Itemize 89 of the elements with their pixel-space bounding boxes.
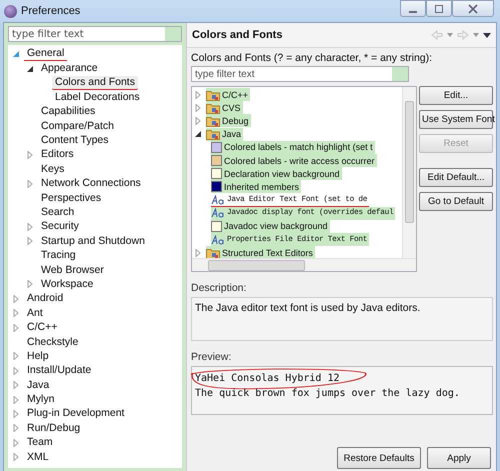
side-button[interactable]: Use System Font (419, 110, 493, 129)
filter-label: Colors and Fonts (? = any character, * = any string): (191, 52, 434, 66)
minimize-button[interactable] (400, 0, 426, 17)
collapsed-icon[interactable] (26, 150, 34, 159)
tree-item[interactable]: Keys (38, 162, 68, 176)
filter-field[interactable]: type filter text (191, 66, 409, 82)
folder-icon (206, 102, 220, 114)
preview-text: The quick brown fox jumps over the lazy dog. (195, 388, 460, 399)
filter-field[interactable]: type filter text (8, 26, 182, 42)
collapsed-icon[interactable] (12, 424, 20, 432)
description-label: Description: (191, 282, 248, 295)
collapsed-icon[interactable] (26, 280, 34, 288)
folder-icon (206, 114, 220, 127)
collapsed-icon[interactable] (12, 366, 20, 375)
window-title: Preferences (21, 5, 80, 17)
horizontal-scrollbar[interactable] (192, 258, 416, 271)
tree-item[interactable]: Ant (24, 306, 46, 320)
tree-item[interactable]: Help (24, 350, 52, 363)
tree-item[interactable]: Network Connections (38, 177, 144, 190)
preview-label: Preview: (191, 351, 232, 364)
tree-item[interactable]: Compare/Patch (38, 120, 117, 133)
vertical-scrollbar[interactable] (402, 87, 416, 259)
dropdown-icon[interactable] (447, 33, 453, 37)
close-icon (468, 4, 478, 14)
tree-item[interactable]: Plug-in Development (24, 407, 128, 420)
page-title: Colors and Fonts (192, 29, 282, 41)
collapsed-icon[interactable] (194, 90, 202, 99)
collapsed-icon[interactable] (194, 104, 202, 112)
tree-item[interactable]: Startup and Shutdown (38, 234, 148, 248)
tree-item[interactable]: Run/Debug (24, 422, 84, 435)
tree-item[interactable]: Team (24, 436, 56, 450)
font-icon (211, 208, 225, 218)
collapsed-icon[interactable] (12, 438, 20, 447)
collapsed-icon[interactable] (194, 248, 202, 257)
tree-item[interactable]: Search (38, 206, 78, 219)
app-icon (4, 4, 17, 18)
collapsed-icon[interactable] (12, 396, 20, 404)
collapsed-icon[interactable] (12, 410, 20, 418)
collapsed-icon[interactable] (26, 237, 34, 246)
folder-icon (206, 88, 220, 101)
forward-icon[interactable] (457, 30, 469, 40)
tree-item[interactable]: Java (24, 378, 52, 392)
tree-item[interactable]: Colors and Fonts (52, 76, 138, 90)
description-text: The Java editor text font is used by Java editors. (191, 297, 493, 341)
collapsed-icon[interactable] (12, 352, 20, 360)
apply-button[interactable]: Apply (427, 447, 491, 469)
collapsed-icon[interactable] (26, 180, 34, 188)
tree-item[interactable]: C/C++ (24, 321, 60, 334)
folder-icon (206, 246, 220, 259)
menu-icon[interactable] (483, 32, 491, 38)
restore-defaults-button[interactable]: Restore Defaults (337, 447, 421, 469)
tree-item[interactable]: Mylyn (24, 393, 58, 406)
side-button[interactable]: Edit... (419, 86, 493, 105)
collapsed-icon[interactable] (12, 294, 20, 303)
font-icon (211, 194, 225, 205)
preview-text: YaHei Consolas Hybrid 12 (195, 373, 340, 384)
expanded-icon[interactable] (194, 130, 202, 138)
collapsed-icon[interactable] (26, 222, 34, 231)
expanded-icon[interactable] (26, 64, 34, 73)
tree-item[interactable]: XML (24, 450, 52, 464)
collapsed-icon[interactable] (194, 116, 202, 125)
collapsed-icon[interactable] (12, 324, 20, 332)
collapsed-icon[interactable] (12, 453, 20, 462)
close-button[interactable] (452, 0, 494, 17)
side-button[interactable]: Edit Default... (419, 168, 493, 187)
tree-item[interactable]: Android (24, 292, 66, 306)
collapsed-icon[interactable] (12, 381, 20, 390)
collapsed-icon[interactable] (12, 309, 20, 318)
tree-item[interactable]: Tracing (38, 249, 79, 262)
tree-item[interactable]: Checkstyle (24, 336, 82, 348)
maximize-button[interactable] (426, 0, 452, 17)
tree-item[interactable]: Editors (38, 148, 77, 162)
tree-item[interactable]: Appearance (38, 62, 101, 76)
tree-item[interactable]: Install/Update (24, 364, 94, 378)
dropdown-icon[interactable] (473, 33, 479, 37)
tree-item[interactable]: Perspectives (38, 192, 104, 205)
tree-item[interactable]: General (24, 47, 68, 62)
minimize-icon (409, 10, 417, 12)
tree-item[interactable]: Label Decorations (52, 90, 143, 104)
side-button[interactable]: Go to Default (419, 192, 493, 211)
tree-item[interactable]: Content Types (38, 134, 112, 148)
tree-item[interactable]: Web Browser (38, 264, 107, 277)
font-icon (211, 234, 225, 245)
tree-item[interactable]: Capabilities (38, 105, 98, 118)
maximize-icon (434, 4, 444, 14)
folder-icon (206, 128, 220, 140)
back-icon[interactable] (431, 30, 443, 40)
tree-item[interactable]: Workspace (38, 278, 96, 291)
tree-item[interactable]: Security (38, 220, 82, 234)
